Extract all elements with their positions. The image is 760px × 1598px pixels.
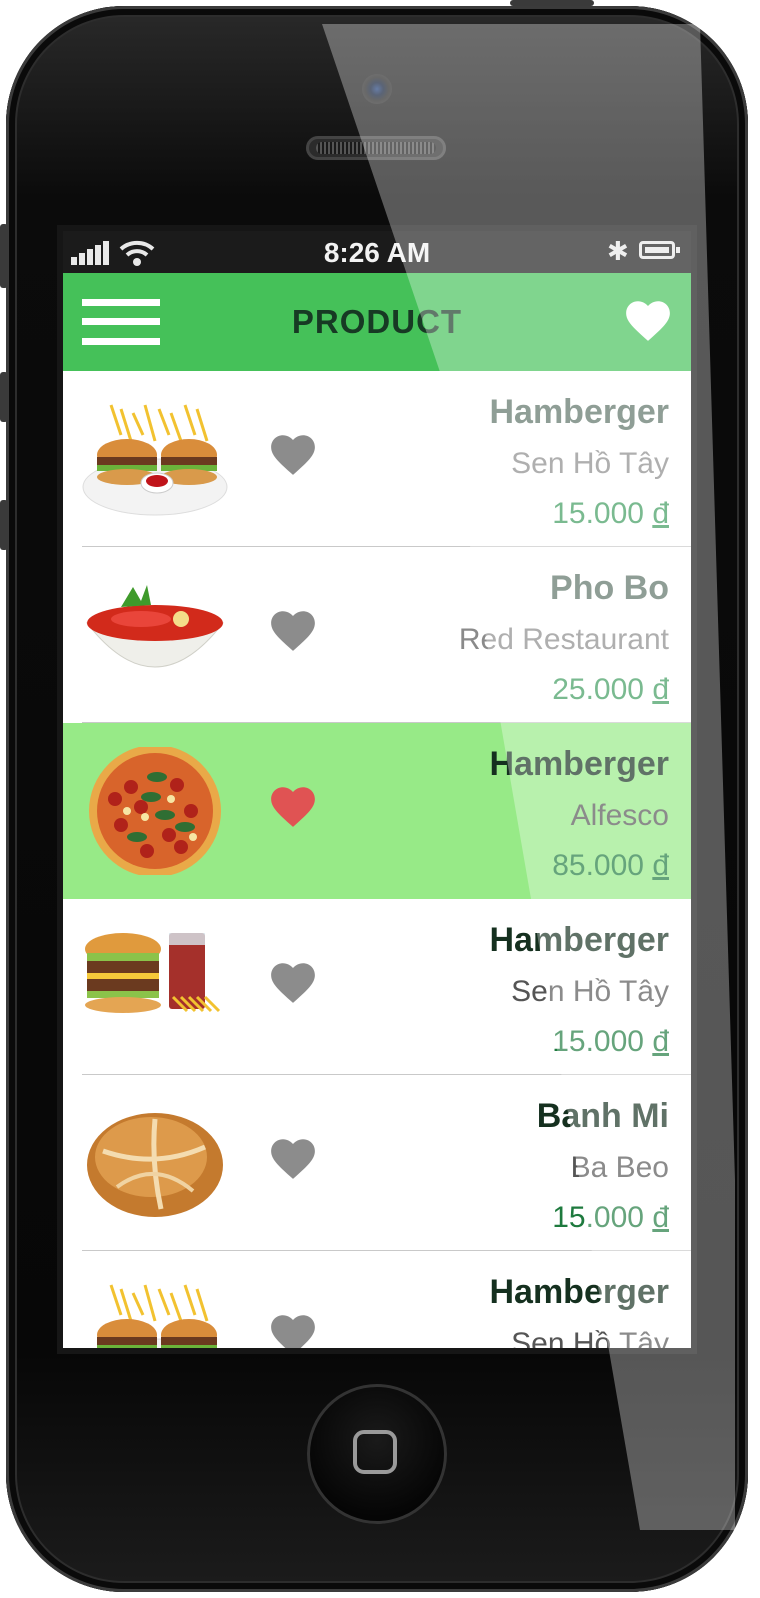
product-name: Banh Mi	[536, 1097, 669, 1135]
favorite-heart-icon[interactable]	[268, 605, 318, 655]
product-name: Hamberger	[489, 921, 669, 959]
favorite-heart-icon[interactable]	[268, 957, 318, 1007]
price-currency: đ	[652, 673, 669, 706]
product-image	[87, 1113, 223, 1217]
restaurant-name: Alfesco	[570, 799, 669, 832]
app-screen: 8:26 AM ✱ PRODUCT Hamberger Sen Hồ Tây 1…	[63, 231, 691, 1348]
front-camera	[362, 74, 392, 104]
product-name: Pho Bo	[550, 569, 669, 607]
restaurant-name: Sen Hồ Tây	[511, 975, 669, 1008]
product-list-item[interactable]: Hamberger Sen Hồ Tây 15.000 đ	[63, 899, 691, 1075]
product-list-item[interactable]: Pho Bo Red Restaurant 25.000 đ	[63, 547, 691, 723]
volume-down-button[interactable]	[0, 500, 8, 550]
restaurant-name: Ba Beo	[570, 1151, 669, 1184]
status-time: 8:26 AM	[323, 237, 431, 268]
earpiece-speaker	[306, 136, 446, 160]
price-value: 85.000	[552, 849, 644, 882]
product-name: Hamberger	[489, 393, 669, 431]
restaurant-name: Sen Hồ Tây	[511, 1327, 669, 1348]
product-image	[85, 933, 221, 1013]
product-list-item[interactable]: Hamberger Sen Hồ Tây 15.000 đ	[63, 1251, 691, 1348]
price-currency: đ	[652, 1025, 669, 1058]
mute-switch[interactable]	[0, 224, 8, 288]
home-button[interactable]	[307, 1384, 447, 1524]
product-list-item[interactable]: Banh Mi Ba Beo 15.000 đ	[63, 1075, 691, 1251]
app-bar: PRODUCT	[63, 273, 691, 371]
price-currency: đ	[652, 849, 669, 882]
product-image	[89, 747, 221, 875]
price-currency: đ	[652, 497, 669, 530]
product-name: Hamberger	[489, 745, 669, 783]
restaurant-name: Sen Hồ Tây	[511, 447, 669, 480]
favorite-heart-icon[interactable]	[268, 429, 318, 479]
product-list-item[interactable]: Hamberger Sen Hồ Tây 15.000 đ	[63, 371, 691, 547]
favorites-heart-icon[interactable]	[623, 295, 673, 345]
price-value: 15.000	[552, 1025, 644, 1058]
bluetooth-icon: ✱	[607, 236, 629, 266]
home-button-square-icon	[353, 1430, 397, 1474]
product-image	[82, 404, 228, 516]
page-title: PRODUCT	[291, 303, 463, 340]
status-bar: 8:26 AM ✱	[63, 231, 691, 273]
product-list-item[interactable]: Hamberger Alfesco 85.000 đ	[63, 723, 691, 899]
product-image	[85, 585, 225, 668]
volume-up-button[interactable]	[0, 372, 8, 422]
product-list: Hamberger Sen Hồ Tây 15.000 đ Pho Bo Red…	[63, 371, 691, 1348]
restaurant-name: Red Restaurant	[458, 623, 669, 656]
favorite-heart-icon[interactable]	[268, 1309, 318, 1348]
product-price: 25.000 đ	[552, 673, 669, 707]
product-price: 15.000 đ	[552, 1025, 669, 1059]
favorite-heart-icon[interactable]	[268, 1133, 318, 1183]
favorite-heart-icon[interactable]	[268, 781, 318, 831]
speaker-grill	[316, 142, 436, 154]
product-name: Hamberger	[489, 1273, 669, 1311]
power-button[interactable]	[510, 0, 594, 6]
battery-icon	[639, 241, 680, 259]
product-price: 85.000 đ	[552, 849, 669, 883]
product-price: 15.000 đ	[552, 1201, 669, 1235]
price-value: 15.000	[552, 1201, 644, 1234]
price-currency: đ	[652, 1201, 669, 1234]
price-value: 15.000	[552, 497, 644, 530]
product-image	[97, 1284, 217, 1348]
price-value: 25.000	[552, 673, 644, 706]
product-price: 15.000 đ	[552, 497, 669, 531]
